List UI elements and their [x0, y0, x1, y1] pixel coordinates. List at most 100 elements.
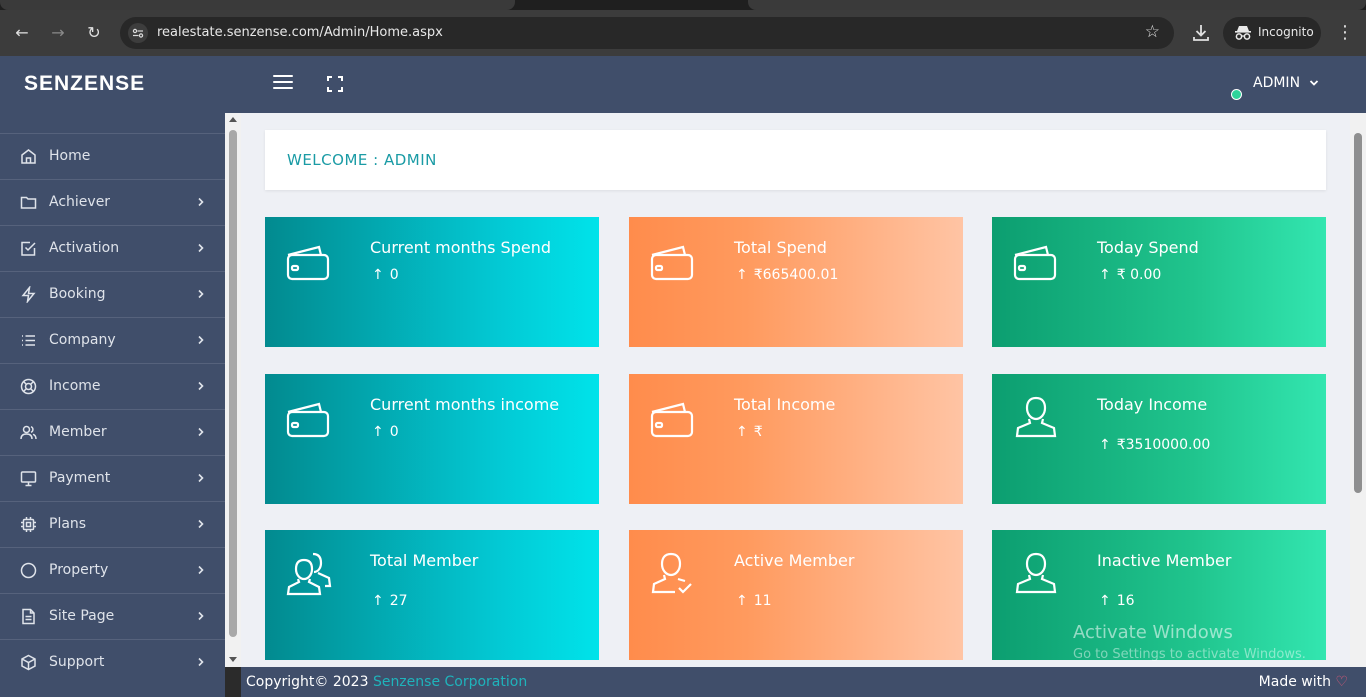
arrow-up-icon: ↑	[736, 593, 748, 609]
sidebar-item-label: Income	[49, 378, 101, 394]
bookmark-star-icon[interactable]: ☆	[1145, 22, 1160, 42]
stat-card-active-member[interactable]: Active Member ↑ 11	[629, 530, 963, 660]
chevron-right-icon	[198, 243, 204, 253]
card-value: ↑ 11	[736, 593, 772, 609]
fullscreen-icon[interactable]	[327, 76, 343, 92]
url-text[interactable]: realestate.senzense.com/Admin/Home.aspx	[157, 25, 443, 40]
back-icon[interactable]: ←	[12, 23, 32, 43]
user-check-icon	[651, 552, 692, 594]
card-title: Total Spend	[734, 238, 827, 257]
users-icon	[20, 424, 37, 441]
sidebar-item-achiever[interactable]: Achiever	[0, 179, 225, 225]
sidebar-item-payment[interactable]: Payment	[0, 455, 225, 501]
incognito-indicator[interactable]: Incognito	[1223, 17, 1321, 49]
sidebar-item-income[interactable]: Income	[0, 363, 225, 409]
user-icon	[1015, 552, 1057, 594]
stat-card-total-spend[interactable]: Total Spend ↑ ₹665400.01	[629, 217, 963, 347]
box-icon	[20, 654, 37, 671]
arrow-up-icon: ↑	[1099, 267, 1111, 283]
browser-tab[interactable]	[748, 0, 1366, 10]
site-info-icon[interactable]	[128, 23, 148, 43]
scrollbar-thumb[interactable]	[229, 130, 237, 637]
user-menu-label: ADMIN	[1253, 75, 1301, 91]
sidebar-item-label: Plans	[49, 516, 87, 532]
checkbox-icon	[20, 240, 37, 257]
browser-tab[interactable]	[0, 0, 515, 10]
chevron-right-icon	[198, 565, 204, 575]
sidebar-item-company[interactable]: Company	[0, 317, 225, 363]
sidebar-item-support[interactable]: Support	[0, 639, 225, 685]
online-status-dot	[1231, 89, 1242, 100]
sidebar-item-label: Property	[49, 562, 109, 578]
stat-card-today-spend[interactable]: Today Spend ↑ ₹ 0.00	[992, 217, 1326, 347]
stat-card-total-income[interactable]: Total Income ↑ ₹	[629, 374, 963, 504]
bolt-icon	[20, 284, 37, 305]
sidebar-item-activation[interactable]: Activation	[0, 225, 225, 271]
chevron-right-icon	[198, 427, 204, 437]
list-icon	[20, 332, 37, 349]
scrollbar-thumb[interactable]	[1354, 133, 1362, 493]
card-value: ↑ ₹665400.01	[736, 267, 839, 283]
chevron-right-icon	[198, 197, 204, 207]
menu-toggle-icon[interactable]	[273, 75, 293, 91]
user-menu[interactable]: ADMIN	[1253, 75, 1319, 91]
chevron-right-icon	[198, 335, 204, 345]
card-title: Total Member	[370, 551, 479, 570]
sidebar-item-label: Home	[49, 148, 91, 164]
download-icon[interactable]	[1190, 22, 1212, 44]
activate-windows-subtitle: Go to Settings to activate Windows.	[1073, 647, 1306, 662]
copyright-text: Copyright© 2023 Senzense Corporation	[246, 674, 528, 690]
arrow-up-icon: ↑	[1099, 593, 1111, 609]
stat-card-total-member[interactable]: Total Member ↑ 27	[265, 530, 599, 660]
user-icon	[1015, 396, 1057, 438]
brand-logo[interactable]: SENZENSE	[24, 72, 145, 96]
page-scrollbar[interactable]	[1350, 113, 1366, 667]
sidebar-item-plans[interactable]: Plans	[0, 501, 225, 547]
forward-icon[interactable]: →	[48, 23, 68, 43]
stat-card-current-months-income[interactable]: Current months income ↑ 0	[265, 374, 599, 504]
wallet-icon	[286, 402, 330, 438]
app-header: SENZENSE ADMIN	[0, 56, 1366, 113]
chevron-right-icon	[198, 473, 204, 483]
folder-icon	[20, 194, 37, 211]
wallet-icon	[650, 402, 694, 438]
card-title: Active Member	[734, 551, 855, 570]
arrow-up-icon: ↑	[372, 267, 384, 283]
card-value: ↑ 0	[372, 267, 399, 283]
arrow-up-icon: ↑	[372, 424, 384, 440]
lifebuoy-icon	[20, 378, 37, 395]
card-value: ↑ 0	[372, 424, 399, 440]
chevron-down-icon	[1309, 80, 1318, 86]
sidebar-item-property[interactable]: Property	[0, 547, 225, 593]
card-value: ↑ ₹	[736, 424, 763, 440]
home-icon	[20, 148, 37, 165]
stat-card-today-income[interactable]: Today Income ↑ ₹3510000.00	[992, 374, 1326, 504]
sidebar-item-label: Member	[49, 424, 107, 440]
address-bar[interactable]: realestate.senzense.com/Admin/Home.aspx …	[120, 17, 1174, 49]
sidebar-item-member[interactable]: Member	[0, 409, 225, 455]
sidebar-item-home[interactable]: Home	[0, 133, 225, 179]
sidebar-scrollbar[interactable]	[225, 113, 241, 667]
card-value: ↑ 27	[372, 593, 408, 609]
company-link[interactable]: Senzense Corporation	[373, 674, 527, 690]
stat-card-current-months-spend[interactable]: Current months Spend ↑ 0	[265, 217, 599, 347]
document-icon	[20, 608, 37, 625]
scroll-up-arrow-icon[interactable]	[229, 117, 237, 122]
card-title: Today Income	[1097, 395, 1208, 414]
scroll-down-arrow-icon[interactable]	[229, 657, 237, 662]
reload-icon[interactable]: ↻	[84, 23, 104, 43]
sidebar-item-booking[interactable]: Booking	[0, 271, 225, 317]
menu-dots-icon[interactable]: ⋮	[1336, 22, 1354, 43]
sidebar-item-label: Activation	[49, 240, 120, 256]
sidebar-item-label: Payment	[49, 470, 111, 486]
sidebar-item-site-page[interactable]: Site Page	[0, 593, 225, 639]
cpu-icon	[20, 516, 37, 533]
made-with-text: Made with ♡	[1258, 674, 1348, 690]
wallet-icon	[286, 245, 330, 281]
incognito-label: Incognito	[1258, 25, 1314, 39]
monitor-icon	[20, 470, 37, 487]
chevron-right-icon	[198, 519, 204, 529]
circle-icon	[20, 562, 37, 579]
users-icon	[286, 552, 332, 596]
sidebar-item-label: Site Page	[49, 608, 115, 624]
